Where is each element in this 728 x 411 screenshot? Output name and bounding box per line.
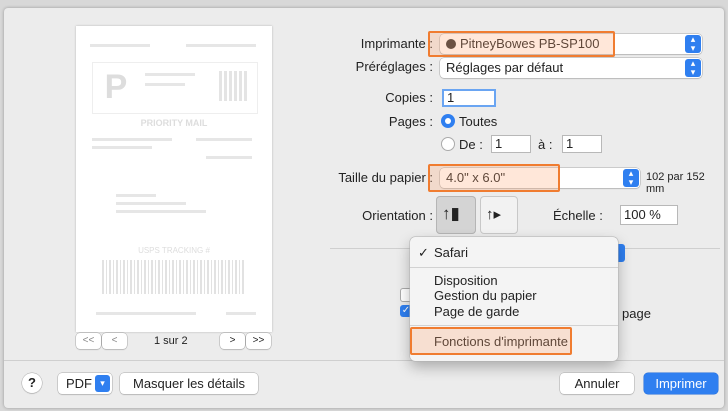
preview-tracking-label: USPS TRACKING # — [138, 246, 210, 255]
menu-item-safari[interactable]: Safari — [434, 245, 468, 260]
next-page-button[interactable]: > — [220, 333, 245, 349]
pages-from-input[interactable]: 1 — [491, 135, 531, 153]
pdf-menu-button[interactable]: PDF ▾ — [58, 373, 112, 394]
menu-item-layout[interactable]: Disposition — [434, 273, 498, 288]
pages-all-radio[interactable] — [441, 114, 455, 128]
obscured-checkbox-text: page — [622, 306, 651, 321]
preview-priority-letter: P — [104, 68, 128, 106]
footer-divider — [4, 360, 724, 361]
pages-to-input[interactable]: 1 — [562, 135, 602, 153]
menu-item-paper-handling[interactable]: Gestion du papier — [434, 288, 537, 303]
paper-dimensions: 102 par 152 mm — [646, 171, 705, 195]
printer-highlight — [428, 31, 615, 57]
chevron-down-icon: ▾ — [95, 375, 110, 392]
portrait-icon: ↑▮ — [442, 204, 460, 223]
checkmark-icon: ✓ — [418, 245, 429, 260]
menu-separator — [410, 325, 618, 326]
copies-input[interactable]: 1 — [442, 89, 496, 107]
pages-all-label: Toutes — [459, 114, 498, 129]
page-preview: P PRIORITY MAIL USPS TRACKING # — [76, 26, 272, 332]
chevron-updown-icon: ▴ ▾ — [685, 35, 701, 53]
first-page-button[interactable]: << — [76, 333, 101, 349]
presets-label: Préréglages : — [355, 59, 433, 74]
pdf-label: PDF — [66, 376, 92, 391]
pages-to-label: à : — [538, 137, 553, 152]
cancel-button[interactable]: Annuler — [560, 373, 634, 394]
hide-details-button[interactable]: Masquer les détails — [120, 373, 258, 394]
preview-qr-code — [219, 71, 249, 101]
preview-barcode — [102, 260, 246, 294]
presets-select-value: Réglages par défaut — [446, 60, 564, 75]
page-indicator: 1 sur 2 — [154, 335, 188, 347]
paper-size-highlight — [428, 164, 560, 192]
orientation-label: Orientation : — [362, 208, 433, 223]
landscape-icon: ↑▸ — [486, 206, 502, 223]
pages-label: Pages : — [388, 114, 433, 129]
pages-from-label: De : — [459, 137, 483, 152]
pages-range-radio[interactable] — [441, 137, 455, 151]
copies-label: Copies : — [385, 90, 433, 105]
menu-separator — [410, 267, 618, 268]
print-dialog: P PRIORITY MAIL USPS TRACKING # << < 1 s… — [4, 8, 724, 408]
menu-item-cover-page[interactable]: Page de garde — [434, 304, 519, 319]
chevron-updown-icon: ▴ ▾ — [623, 169, 639, 187]
print-button[interactable]: Imprimer — [644, 373, 718, 394]
orientation-landscape-button[interactable]: ↑▸ — [480, 196, 518, 234]
printer-label: Imprimante : — [360, 36, 433, 51]
presets-select[interactable]: Réglages par défaut ▴ ▾ — [440, 58, 702, 78]
chevron-updown-icon: ▴ ▾ — [685, 59, 701, 77]
scale-label: Échelle : — [553, 208, 603, 223]
paper-size-label: Taille du papier : — [338, 170, 433, 185]
help-button[interactable]: ? — [22, 373, 42, 393]
preview-title: PRIORITY MAIL — [140, 118, 208, 128]
orientation-portrait-button[interactable]: ↑▮ — [436, 196, 476, 234]
printer-features-highlight — [410, 327, 572, 355]
previous-page-button[interactable]: < — [102, 333, 127, 349]
scale-input[interactable]: 100 % — [620, 205, 678, 225]
last-page-button[interactable]: >> — [246, 333, 271, 349]
